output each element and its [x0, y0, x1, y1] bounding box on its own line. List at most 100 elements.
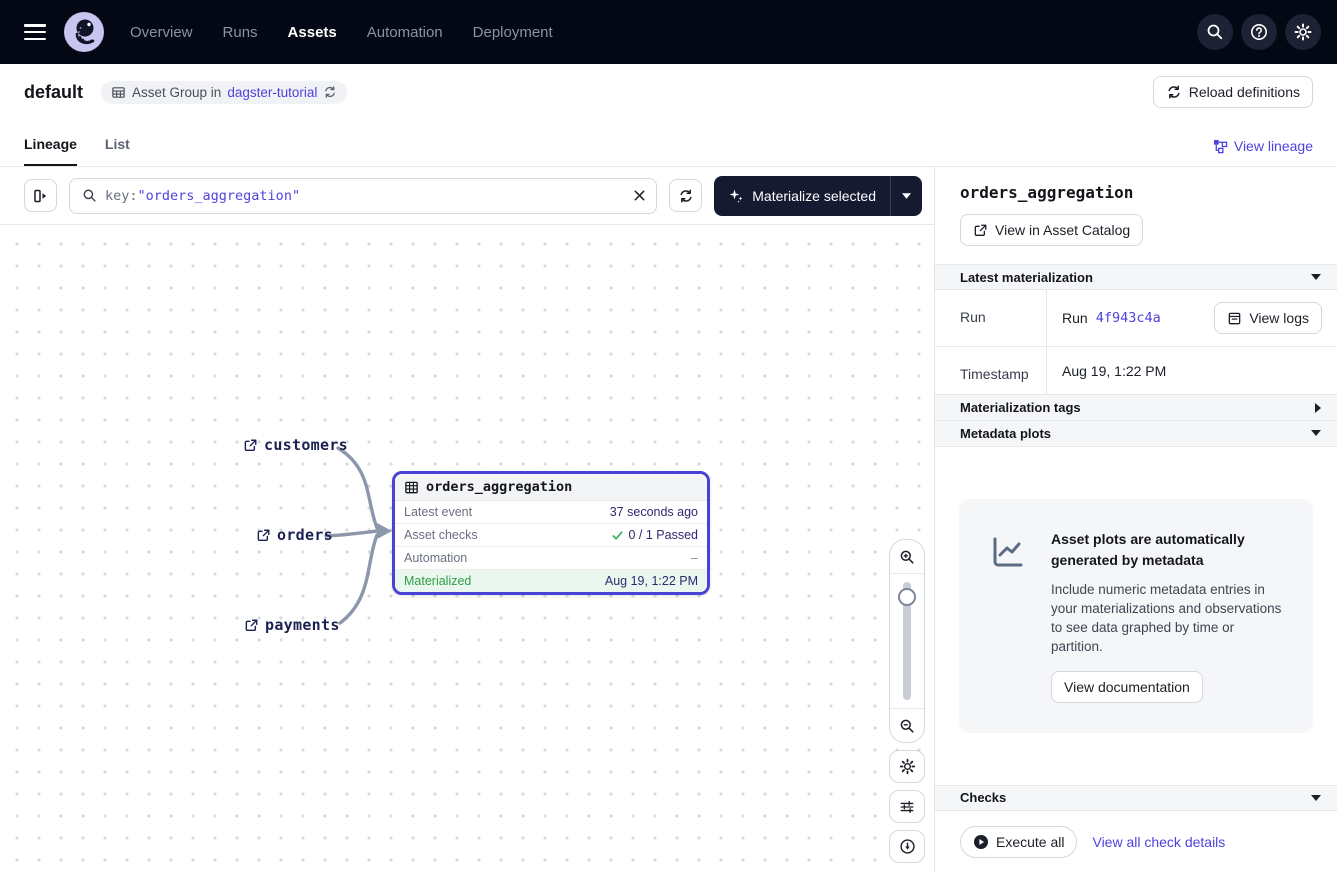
- search-icon: [1206, 23, 1224, 41]
- asset-search-input[interactable]: key:"orders_aggregation": [69, 178, 657, 214]
- gear-icon: [1294, 23, 1312, 41]
- dagster-logo-icon[interactable]: [64, 12, 104, 52]
- clear-search-icon[interactable]: [633, 189, 646, 202]
- caret-down-icon: [1311, 274, 1321, 280]
- reload-definitions-label: Reload definitions: [1189, 84, 1300, 100]
- materialize-selected-button[interactable]: Materialize selected: [714, 176, 890, 216]
- help-button[interactable]: [1241, 14, 1277, 50]
- asset-group-icon: [111, 85, 126, 100]
- reload-icon: [1166, 84, 1182, 100]
- zoom-slider-handle[interactable]: [898, 588, 916, 606]
- zoom-out-icon: [899, 718, 915, 734]
- view-logs-button[interactable]: View logs: [1214, 302, 1322, 334]
- primary-nav: Overview Runs Assets Automation Deployme…: [130, 24, 553, 41]
- nav-item-automation[interactable]: Automation: [367, 24, 443, 41]
- recenter-icon: [899, 838, 916, 855]
- lineage-canvas[interactable]: customers orders payments ord: [0, 224, 934, 873]
- node-row-materialized: Materialized Aug 19, 1:22 PM: [395, 570, 707, 592]
- view-in-asset-catalog-label: View in Asset Catalog: [995, 222, 1130, 238]
- row-value: 0 / 1 Passed: [611, 528, 699, 542]
- row-label: Automation: [404, 551, 467, 565]
- asset-node-customers[interactable]: customers: [243, 436, 348, 454]
- view-in-asset-catalog-button[interactable]: View in Asset Catalog: [960, 214, 1143, 246]
- node-row-asset-checks: Asset checks 0 / 1 Passed: [395, 524, 707, 547]
- row-value: 37 seconds ago: [610, 505, 698, 519]
- graph-settings-button[interactable]: [889, 750, 925, 783]
- search-button[interactable]: [1197, 14, 1233, 50]
- node-row-latest-event: Latest event 37 seconds ago: [395, 501, 707, 524]
- page-header: default Asset Group in dagster-tutorial …: [0, 64, 1337, 120]
- menu-icon[interactable]: [24, 24, 46, 40]
- materialize-selected-label: Materialize selected: [752, 188, 876, 204]
- row-label: Latest event: [404, 505, 472, 519]
- section-materialization-tags[interactable]: Materialization tags: [935, 395, 1337, 421]
- play-circle-icon: [973, 834, 989, 850]
- materialize-dropdown-button[interactable]: [890, 176, 922, 216]
- run-prefix: Run: [1062, 310, 1088, 326]
- recenter-button[interactable]: [889, 830, 925, 863]
- section-checks[interactable]: Checks: [935, 785, 1337, 811]
- zoom-out-button[interactable]: [890, 708, 924, 742]
- execute-all-label: Execute all: [996, 834, 1064, 850]
- caret-down-icon: [1311, 795, 1321, 801]
- lineage-pane: key:"orders_aggregation" Materialize sel…: [0, 167, 935, 873]
- asset-node-payments[interactable]: payments: [244, 616, 340, 634]
- section-label: Materialization tags: [960, 400, 1081, 415]
- reload-definitions-button[interactable]: Reload definitions: [1153, 76, 1313, 108]
- badge-prefix: Asset Group in: [132, 85, 221, 100]
- refresh-icon[interactable]: [323, 85, 337, 99]
- zoom-slider[interactable]: [890, 574, 924, 708]
- section-latest-materialization[interactable]: Latest materialization: [935, 264, 1337, 290]
- tab-lineage[interactable]: Lineage: [24, 136, 77, 166]
- view-documentation-button[interactable]: View documentation: [1051, 671, 1203, 703]
- row-value: –: [691, 551, 698, 565]
- asset-label: customers: [264, 436, 348, 454]
- run-id-link[interactable]: 4f943c4a: [1096, 310, 1161, 326]
- asset-label: payments: [265, 616, 340, 634]
- section-metadata-plots[interactable]: Metadata plots: [935, 421, 1337, 447]
- line-chart-icon: [987, 533, 1027, 702]
- checks-actions: Execute all View all check details: [935, 811, 1337, 873]
- nav-item-runs[interactable]: Runs: [223, 24, 258, 41]
- metadata-plots-body: Asset plots are automatically generated …: [935, 447, 1337, 785]
- asset-node-orders-aggregation-selected[interactable]: orders_aggregation Latest event 37 secon…: [392, 471, 710, 595]
- row-label: Asset checks: [404, 528, 478, 542]
- nav-item-assets[interactable]: Assets: [288, 24, 337, 41]
- view-tabs: Lineage List View lineage: [0, 120, 1337, 167]
- graph-filters-button[interactable]: [889, 790, 925, 823]
- plots-empty-state-card: Asset plots are automatically generated …: [959, 499, 1313, 732]
- table-icon: [404, 480, 419, 495]
- view-lineage-link[interactable]: View lineage: [1213, 138, 1313, 166]
- view-all-check-details-link[interactable]: View all check details: [1092, 834, 1225, 850]
- refresh-graph-button[interactable]: [669, 179, 702, 212]
- nav-item-overview[interactable]: Overview: [130, 24, 193, 41]
- open-side-panel-button[interactable]: [24, 179, 57, 212]
- timestamp-value: Aug 19, 1:22 PM: [1062, 363, 1166, 379]
- user-settings-button[interactable]: [1285, 14, 1321, 50]
- code-location-link[interactable]: dagster-tutorial: [227, 85, 317, 100]
- asset-node-orders[interactable]: orders: [256, 526, 333, 544]
- zoom-in-button[interactable]: [890, 540, 924, 574]
- zoom-in-icon: [899, 549, 915, 565]
- search-query-value: "orders_aggregation": [138, 188, 301, 204]
- timestamp-row-label: Timestamp: [935, 347, 1047, 394]
- zoom-controls: [889, 539, 925, 743]
- asset-detail-panel: orders_aggregation View in Asset Catalog…: [935, 167, 1337, 873]
- nav-item-deployment[interactable]: Deployment: [473, 24, 553, 41]
- search-query-text: key:"orders_aggregation": [105, 188, 625, 204]
- sparkle-icon: [728, 188, 744, 204]
- run-row: Run Run 4f943c4a View logs: [935, 290, 1337, 347]
- timestamp-row: Timestamp Aug 19, 1:22 PM: [935, 347, 1337, 395]
- sliders-icon: [899, 799, 915, 815]
- view-lineage-label: View lineage: [1234, 138, 1313, 154]
- execute-all-button[interactable]: Execute all: [960, 826, 1077, 858]
- help-icon: [1250, 23, 1268, 41]
- tab-list[interactable]: List: [105, 136, 130, 166]
- asset-group-badge: Asset Group in dagster-tutorial: [101, 81, 347, 104]
- external-link-icon: [256, 528, 271, 543]
- caret-down-icon: [902, 193, 911, 199]
- page-title: default: [24, 82, 83, 103]
- section-label: Checks: [960, 790, 1006, 805]
- logs-icon: [1227, 311, 1242, 326]
- external-link-icon: [244, 618, 259, 633]
